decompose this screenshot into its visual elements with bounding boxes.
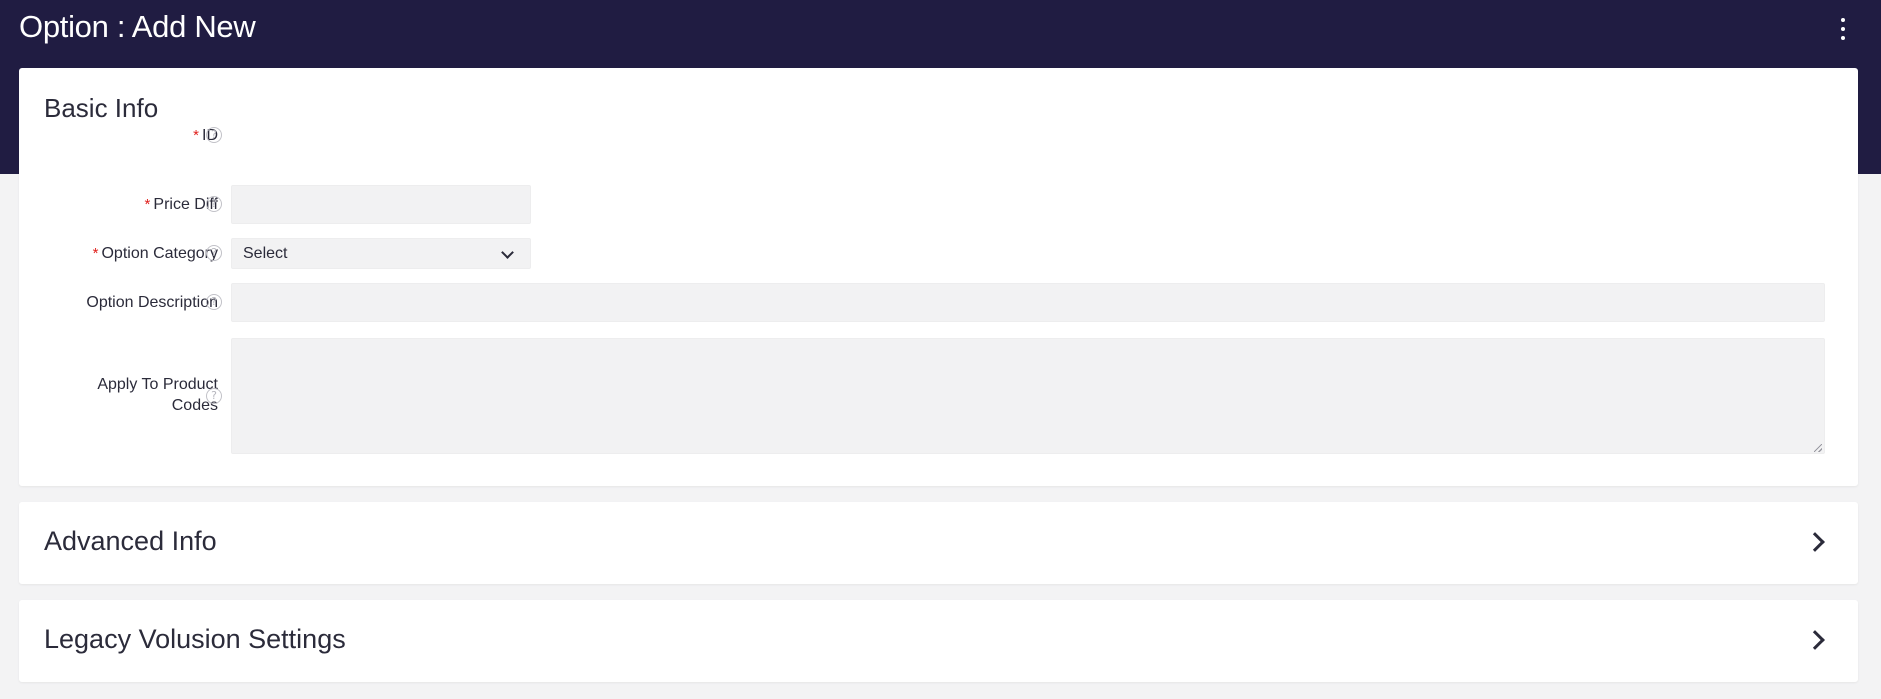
kebab-menu-icon[interactable]: [1839, 18, 1847, 40]
apply-to-product-codes-label-line1: Apply To Product: [97, 376, 218, 393]
option-description-label-text: Option Description: [86, 294, 218, 311]
required-marker: *: [144, 196, 151, 213]
kebab-dot: [1841, 36, 1845, 40]
chevron-right-icon[interactable]: [1805, 532, 1825, 552]
apply-to-product-codes-field-row: Apply To Product Codes ?: [19, 338, 1858, 454]
option-description-label: Option Description: [86, 292, 218, 313]
help-icon[interactable]: ?: [206, 245, 222, 261]
price-diff-input[interactable]: [231, 185, 531, 224]
help-icon[interactable]: ?: [206, 127, 222, 143]
advanced-info-title: Advanced Info: [44, 526, 217, 556]
apply-to-product-codes-textarea[interactable]: [231, 338, 1825, 454]
option-category-label: * Option Category: [93, 243, 218, 264]
option-category-field-row: * Option Category ? Select: [19, 238, 1858, 269]
help-icon[interactable]: ?: [206, 388, 222, 404]
basic-info-card: Basic Info * ID ? * Price Diff ? * Option C…: [19, 68, 1858, 486]
advanced-info-card[interactable]: Advanced Info: [19, 502, 1858, 584]
option-category-select[interactable]: Select: [231, 238, 531, 269]
option-category-selected-value: Select: [243, 245, 288, 262]
option-category-label-text: Option Category: [101, 245, 218, 262]
required-marker: *: [92, 245, 99, 262]
option-description-field-row: Option Description ?: [19, 283, 1858, 322]
apply-to-product-codes-label: Apply To Product Codes: [97, 374, 218, 416]
kebab-dot: [1841, 18, 1845, 22]
option-description-input[interactable]: [231, 283, 1825, 322]
help-icon[interactable]: ?: [206, 294, 222, 310]
price-diff-field-row: * Price Diff ?: [19, 185, 1858, 224]
legacy-volusion-settings-title: Legacy Volusion Settings: [44, 624, 346, 654]
legacy-volusion-settings-card[interactable]: Legacy Volusion Settings: [19, 600, 1858, 682]
id-field-row: * ID ?: [19, 120, 1858, 150]
page-title: Option : Add New: [19, 9, 256, 44]
chevron-right-icon[interactable]: [1805, 630, 1825, 650]
kebab-dot: [1841, 27, 1845, 31]
help-icon[interactable]: ?: [206, 196, 222, 212]
required-marker: *: [193, 127, 199, 144]
resize-handle-icon[interactable]: [1814, 444, 1822, 452]
chevron-down-icon: [501, 246, 514, 259]
